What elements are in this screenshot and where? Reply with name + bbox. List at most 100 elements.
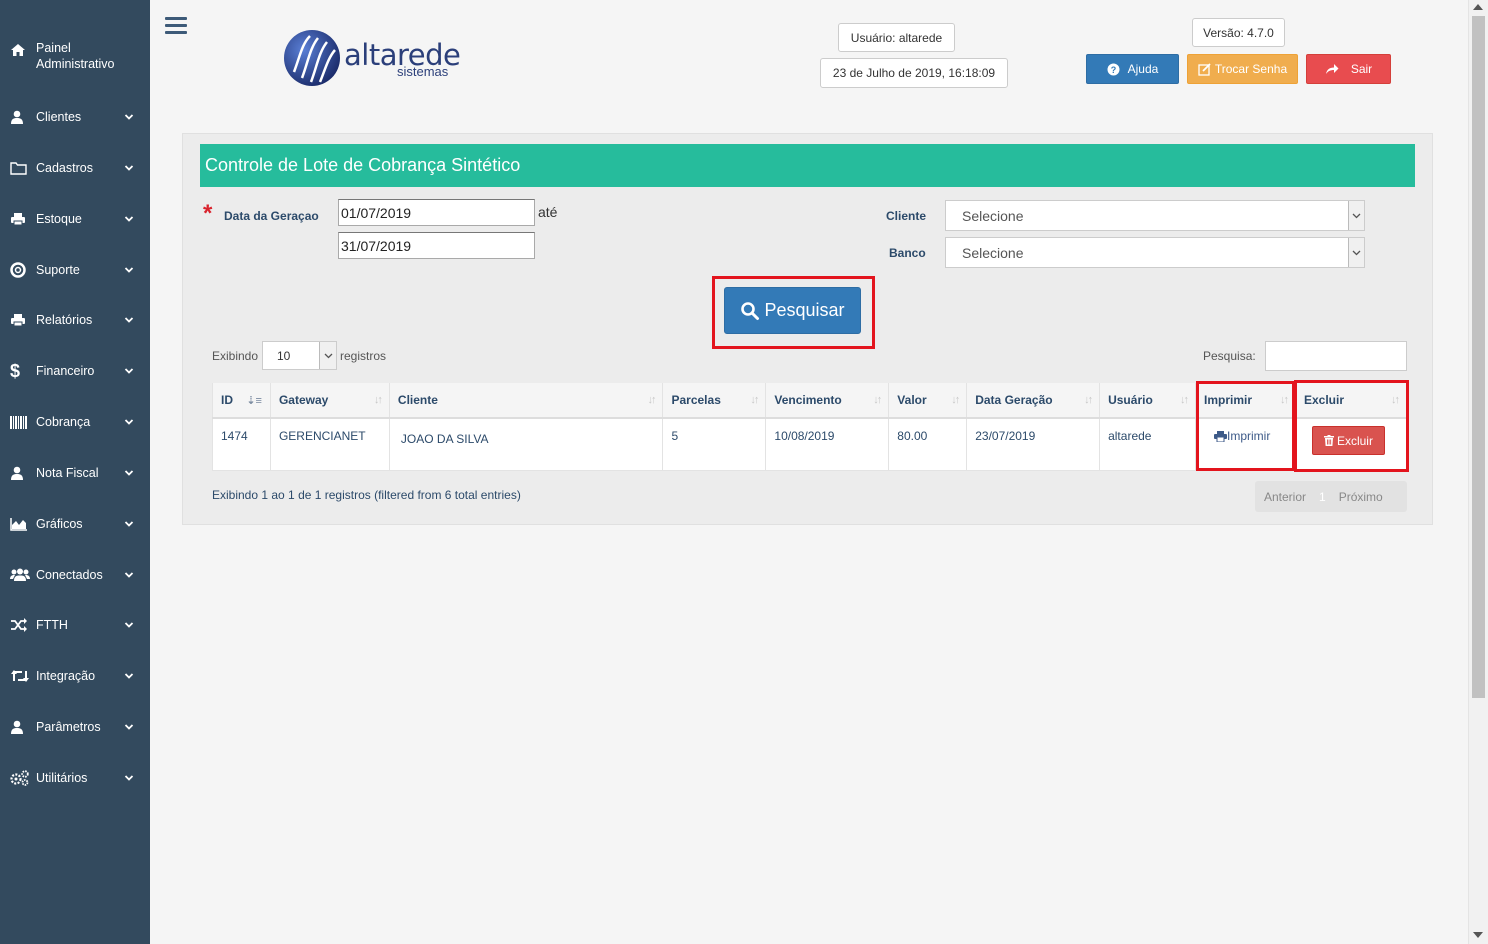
change-password-button[interactable]: Trocar Senha	[1187, 54, 1298, 84]
search-icon	[741, 301, 760, 320]
sidebar-item-label: Estoque	[36, 212, 82, 226]
sidebar-item-parametros[interactable]: Parâmetros	[0, 712, 150, 742]
sort-icon: ↓↑	[373, 394, 383, 406]
column-header-label: Imprimir	[1204, 393, 1253, 407]
chevron-down-icon	[124, 521, 134, 527]
user-icon	[10, 719, 30, 735]
cliente-select[interactable]: Selecione	[945, 200, 1365, 231]
column-header-label: Vencimento	[774, 393, 842, 407]
sidebar-item-conectados[interactable]: Conectados	[0, 560, 150, 590]
sidebar-item-nota-fiscal[interactable]: Nota Fiscal	[0, 458, 150, 488]
chevron-down-icon	[124, 775, 134, 781]
delete-button[interactable]: Excluir	[1311, 426, 1385, 455]
pagination-next[interactable]: Próximo	[1330, 490, 1392, 504]
print-icon	[1214, 430, 1228, 442]
page-length-select[interactable]: 10	[262, 341, 337, 370]
column-header-cliente[interactable]: Cliente ↓↑	[389, 383, 664, 419]
scrollbar-thumb[interactable]	[1472, 16, 1485, 698]
sidebar-item-label: Gráficos	[36, 517, 83, 531]
edit-icon	[1198, 62, 1211, 76]
logout-label: Sair	[1350, 62, 1373, 76]
cell-data-geracao: 23/07/2019	[966, 418, 1101, 471]
search-button[interactable]: Pesquisar	[724, 287, 861, 334]
sidebar-item-label: Parâmetros	[36, 720, 101, 734]
sort-icon: ↓↑	[1084, 394, 1093, 406]
column-header-excluir[interactable]: Excluir ↓↑	[1295, 383, 1408, 419]
date-to-input[interactable]: 31/07/2019	[338, 232, 535, 259]
logout-button[interactable]: Sair	[1306, 54, 1391, 84]
print-link[interactable]: Imprimir	[1214, 429, 1270, 443]
date-from-input[interactable]: 01/07/2019	[338, 199, 535, 226]
pagination-page[interactable]: 1	[1315, 490, 1330, 504]
scroll-up-icon[interactable]	[1473, 4, 1483, 10]
user-indicator: Usuário: altarede	[838, 23, 955, 52]
menu-toggle-button[interactable]	[165, 17, 187, 37]
page-title: Controle de Lote de Cobrança Sintético	[200, 144, 1415, 187]
sidebar-item-suporte[interactable]: Suporte	[0, 255, 150, 285]
cell-gateway: GERENCIANET	[270, 418, 390, 471]
cell-usuario: altarede	[1099, 418, 1197, 471]
trash-icon	[1323, 435, 1334, 446]
column-header-valor[interactable]: Valor ↓↑	[888, 383, 968, 419]
life-ring-icon	[10, 262, 30, 278]
chevron-down-icon	[319, 342, 336, 369]
sidebar-item-cadastros[interactable]: Cadastros	[0, 153, 150, 183]
sidebar-item-financeiro[interactable]: $ Financeiro	[0, 356, 150, 386]
table-info: Exibindo 1 ao 1 de 1 registros (filtered…	[212, 488, 521, 502]
area-chart-icon	[10, 516, 30, 532]
sidebar-item-integracao[interactable]: Integração	[0, 661, 150, 691]
table-header-row: ID ⇣≡ Gateway ↓↑ Cliente ↓↑ Parcelas ↓↑ Venc…	[212, 383, 1408, 419]
vertical-scrollbar[interactable]	[1468, 0, 1488, 944]
column-header-imprimir[interactable]: Imprimir ↓↑	[1195, 383, 1296, 419]
random-icon	[10, 617, 30, 633]
user-icon	[10, 465, 30, 481]
sidebar-item-relatorios[interactable]: Relatórios	[0, 305, 150, 335]
question-circle-icon: ?	[1107, 63, 1120, 75]
cell-excluir: Excluir	[1295, 418, 1408, 471]
pagination-previous[interactable]: Anterior	[1255, 490, 1315, 504]
chevron-down-icon	[124, 572, 134, 578]
scroll-down-icon[interactable]	[1473, 932, 1483, 938]
sidebar-item-label: Cadastros	[36, 161, 93, 175]
sort-icon: ↓↑	[951, 394, 960, 406]
column-header-id[interactable]: ID ⇣≡	[212, 383, 271, 419]
table-search-input[interactable]	[1265, 341, 1407, 371]
sidebar-item-cobranca[interactable]: Cobrança	[0, 407, 150, 437]
chevron-down-icon	[124, 622, 134, 628]
change-password-label: Trocar Senha	[1214, 62, 1288, 76]
column-header-label: Cliente	[397, 393, 438, 407]
svg-text:?: ?	[1110, 65, 1116, 75]
banco-select[interactable]: Selecione	[945, 237, 1365, 268]
sidebar-item-label: FTTH	[36, 618, 68, 632]
column-header-label: Parcelas	[671, 393, 721, 407]
sidebar-item-clientes[interactable]: Clientes	[0, 102, 150, 132]
chevron-down-icon	[124, 267, 134, 273]
cell-vencimento: 10/08/2019	[765, 418, 890, 471]
sidebar-item-utilitarios[interactable]: Utilitários	[0, 763, 150, 793]
cell-cliente: JOAO DA SILVA	[389, 418, 664, 471]
cell-cliente-value: JOAO DA SILVA	[400, 432, 489, 446]
cell-imprimir: Imprimir	[1195, 418, 1296, 471]
column-header-vencimento[interactable]: Vencimento ↓↑	[765, 383, 890, 419]
help-button[interactable]: ? Ajuda	[1086, 54, 1179, 84]
sidebar-item-ftth[interactable]: FTTH	[0, 610, 150, 640]
chevron-down-icon	[1348, 201, 1364, 230]
page-length-label: Exibindo	[212, 349, 259, 363]
version-indicator: Versão: 4.7.0	[1192, 18, 1285, 47]
sidebar-item-painel[interactable]: Painel Administrativo	[0, 40, 150, 76]
column-header-usuario[interactable]: Usuário ↓↑	[1099, 383, 1197, 419]
sidebar-item-label: Cobrança	[36, 415, 91, 429]
sidebar-item-graficos[interactable]: Gráficos	[0, 509, 150, 539]
sort-icon: ↓↑	[1180, 394, 1189, 406]
page-length-value: 10	[277, 348, 291, 363]
column-header-parcelas[interactable]: Parcelas ↓↑	[662, 383, 767, 419]
cell-parcelas: 5	[662, 418, 767, 471]
folder-icon	[10, 160, 30, 176]
delete-button-label: Excluir	[1336, 433, 1373, 448]
logo: altarede sistemas	[280, 26, 470, 88]
users-icon	[10, 567, 30, 583]
column-header-data-geracao[interactable]: Data Geração ↓↑	[966, 383, 1101, 419]
column-header-gateway[interactable]: Gateway ↓↑	[270, 383, 390, 419]
share-icon	[1325, 64, 1339, 74]
sidebar-item-estoque[interactable]: Estoque	[0, 204, 150, 234]
